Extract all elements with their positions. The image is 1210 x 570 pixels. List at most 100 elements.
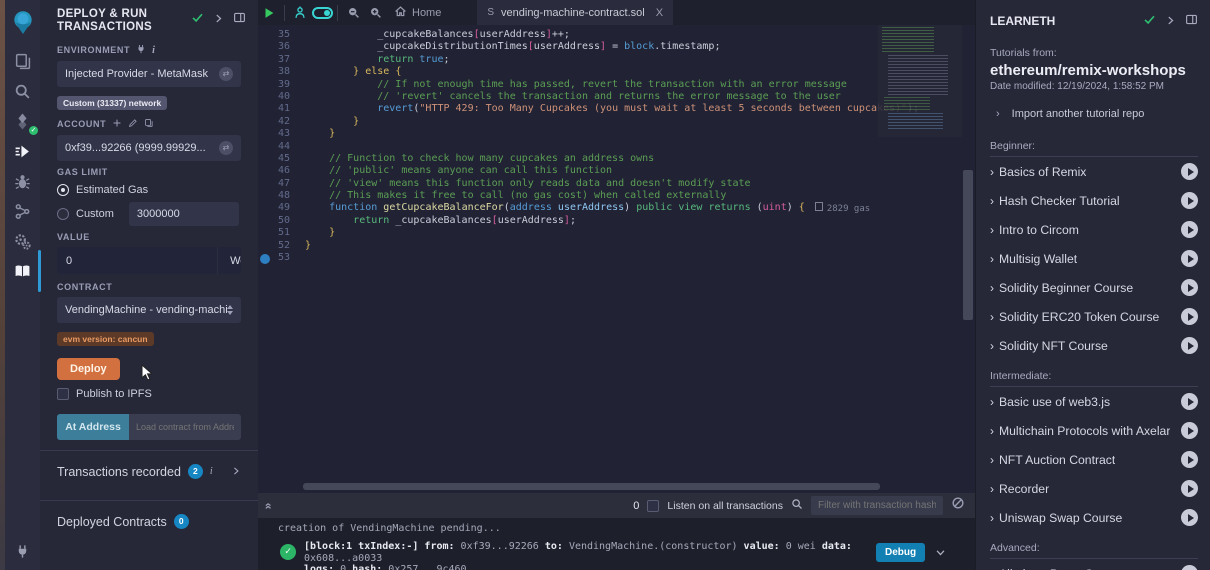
line-number[interactable]: 38	[258, 66, 305, 78]
environment-info-icon[interactable]: i	[152, 45, 155, 56]
panel-drag-handle-dot[interactable]	[260, 254, 270, 264]
code-line[interactable]: 40 // 'revert' cancels the transaction a…	[258, 91, 919, 103]
line-number[interactable]: 51	[258, 227, 305, 239]
tutorial-item[interactable]: ›Solidity NFT Course	[990, 331, 1198, 360]
add-account-icon[interactable]	[112, 118, 122, 130]
tutorial-item[interactable]: ›Multisig Wallet	[990, 244, 1198, 273]
play-tutorial-button[interactable]	[1181, 393, 1198, 410]
code-line[interactable]: 45 // Function to check how many cupcake…	[258, 153, 919, 165]
line-number[interactable]: 41	[258, 103, 305, 115]
line-number[interactable]: 37	[258, 54, 305, 66]
tutorial-item[interactable]: ›Recorder	[990, 474, 1198, 503]
line-number[interactable]: 48	[258, 190, 305, 202]
code-line[interactable]: 51 }	[258, 227, 919, 239]
publish-ipfs-checkbox[interactable]	[57, 388, 69, 400]
code-line[interactable]: 38 } else {	[258, 66, 919, 78]
code-line[interactable]: 44	[258, 141, 919, 153]
learneth-pin-icon[interactable]	[1185, 13, 1198, 31]
clear-console-icon[interactable]	[951, 496, 965, 515]
account-settings-icon[interactable]: ⇄	[219, 141, 233, 155]
plugin-manager-icon[interactable]	[5, 536, 40, 566]
copy-account-icon[interactable]	[144, 118, 154, 130]
play-tutorial-button[interactable]	[1181, 221, 1198, 238]
home-tab[interactable]: Home	[386, 5, 449, 21]
code-line[interactable]: 52}	[258, 240, 919, 252]
tutorial-item[interactable]: ›Solidity Beginner Course	[990, 273, 1198, 302]
code-editor[interactable]: 35 _cupcakeBalances[userAddress]++;36 _c…	[258, 25, 975, 493]
tx-expand-icon[interactable]	[231, 465, 241, 479]
code-line[interactable]: 37 return true;	[258, 54, 919, 66]
play-tutorial-button[interactable]	[1181, 308, 1198, 325]
git-icon[interactable]	[5, 196, 40, 226]
remix-ai-icon[interactable]	[289, 0, 311, 25]
environment-select[interactable]: Injected Provider - MetaMask ⇄	[57, 61, 241, 87]
play-tutorial-button[interactable]	[1181, 509, 1198, 526]
code-line[interactable]: 50 return _cupcakeBalances[userAddress];	[258, 215, 919, 227]
editor-vertical-scrollbar[interactable]	[963, 170, 973, 320]
editor-horizontal-scrollbar[interactable]	[303, 483, 880, 490]
terminal-filter-input[interactable]	[811, 496, 943, 515]
line-number[interactable]: 45	[258, 153, 305, 165]
learneth-book-icon[interactable]	[5, 256, 40, 286]
code-line[interactable]: 48 // This makes it free to call (no gas…	[258, 190, 919, 202]
play-tutorial-button[interactable]	[1181, 192, 1198, 209]
line-number[interactable]: 43	[258, 128, 305, 140]
tutorial-item[interactable]: ›Solidity ERC20 Token Course	[990, 302, 1198, 331]
deploy-button[interactable]: Deploy	[57, 358, 120, 380]
line-number[interactable]: 36	[258, 41, 305, 53]
log-expand-icon[interactable]	[935, 547, 946, 561]
panel-collapse-icon[interactable]	[213, 11, 224, 29]
play-tutorial-button[interactable]	[1181, 422, 1198, 439]
code-line[interactable]: 47 // 'view' means this function only re…	[258, 178, 919, 190]
line-number[interactable]: 50	[258, 215, 305, 227]
play-tutorial-button[interactable]	[1181, 250, 1198, 267]
play-tutorial-button[interactable]	[1181, 451, 1198, 468]
play-tutorial-button[interactable]	[1181, 163, 1198, 180]
file-explorer-icon[interactable]	[5, 46, 40, 76]
search-icon[interactable]	[5, 76, 40, 106]
copilot-toggle[interactable]	[311, 0, 333, 25]
terminal-expand-icon[interactable]: »	[260, 502, 274, 509]
gas-custom-radio[interactable]	[57, 208, 69, 220]
plug-icon[interactable]	[136, 44, 146, 56]
publish-ipfs-option[interactable]: Publish to IPFS	[57, 388, 241, 400]
run-script-button[interactable]	[258, 0, 280, 25]
tutorial-item[interactable]: ›All about Proxy Contracts	[990, 559, 1198, 570]
value-input[interactable]	[57, 247, 217, 274]
line-number[interactable]: 42	[258, 116, 305, 128]
play-tutorial-button[interactable]	[1181, 279, 1198, 296]
line-number[interactable]: 49	[258, 202, 305, 214]
import-tutorial-row[interactable]: › Import another tutorial repo	[976, 92, 1210, 126]
code-line[interactable]: 49 function getCupcakeBalanceFor(address…	[258, 202, 919, 214]
play-tutorial-button[interactable]	[1181, 480, 1198, 497]
deploy-run-icon[interactable]	[5, 136, 40, 166]
tutorial-item[interactable]: ›Hash Checker Tutorial	[990, 186, 1198, 215]
line-number[interactable]: 46	[258, 165, 305, 177]
code-line[interactable]: 35 _cupcakeBalances[userAddress]++;	[258, 29, 919, 41]
close-tab-icon[interactable]: X	[656, 7, 663, 19]
environment-settings-icon[interactable]: ⇄	[219, 67, 233, 81]
code-line[interactable]: 53	[258, 252, 919, 264]
line-number[interactable]: 44	[258, 141, 305, 153]
tutorial-item[interactable]: ›Intro to Circom	[990, 215, 1198, 244]
listen-all-checkbox[interactable]	[647, 500, 659, 512]
learneth-collapse-icon[interactable]	[1165, 13, 1176, 31]
code-line[interactable]: 39 // If not enough time has passed, rev…	[258, 79, 919, 91]
tx-info-icon[interactable]: i	[210, 466, 213, 477]
tutorial-item[interactable]: ›Multichain Protocols with Axelar	[990, 416, 1198, 445]
transactions-recorded-row[interactable]: Transactions recorded 2 i	[40, 451, 258, 492]
account-select[interactable]: 0xf39...92266 (9999.99929... ⇄	[57, 135, 241, 161]
deployed-contracts-row[interactable]: Deployed Contracts 0	[40, 501, 258, 542]
debugger-icon[interactable]	[5, 166, 40, 196]
tutorial-item[interactable]: ›Uniswap Swap Course	[990, 503, 1198, 532]
line-number[interactable]: 40	[258, 91, 305, 103]
line-number[interactable]: 52	[258, 240, 305, 252]
file-tab[interactable]: S vending-machine-contract.sol X	[477, 0, 673, 25]
tutorial-item[interactable]: ›Basics of Remix	[990, 157, 1198, 186]
tutorial-item[interactable]: ›Basic use of web3.js	[990, 387, 1198, 416]
debug-button[interactable]: Debug	[876, 543, 925, 562]
play-tutorial-button[interactable]	[1181, 565, 1198, 570]
code-line[interactable]: 41 revert("HTTP 429: Too Many Cupcakes (…	[258, 103, 919, 115]
contract-select[interactable]: VendingMachine - vending-machin	[57, 297, 241, 323]
zoom-out-button[interactable]	[342, 0, 364, 25]
